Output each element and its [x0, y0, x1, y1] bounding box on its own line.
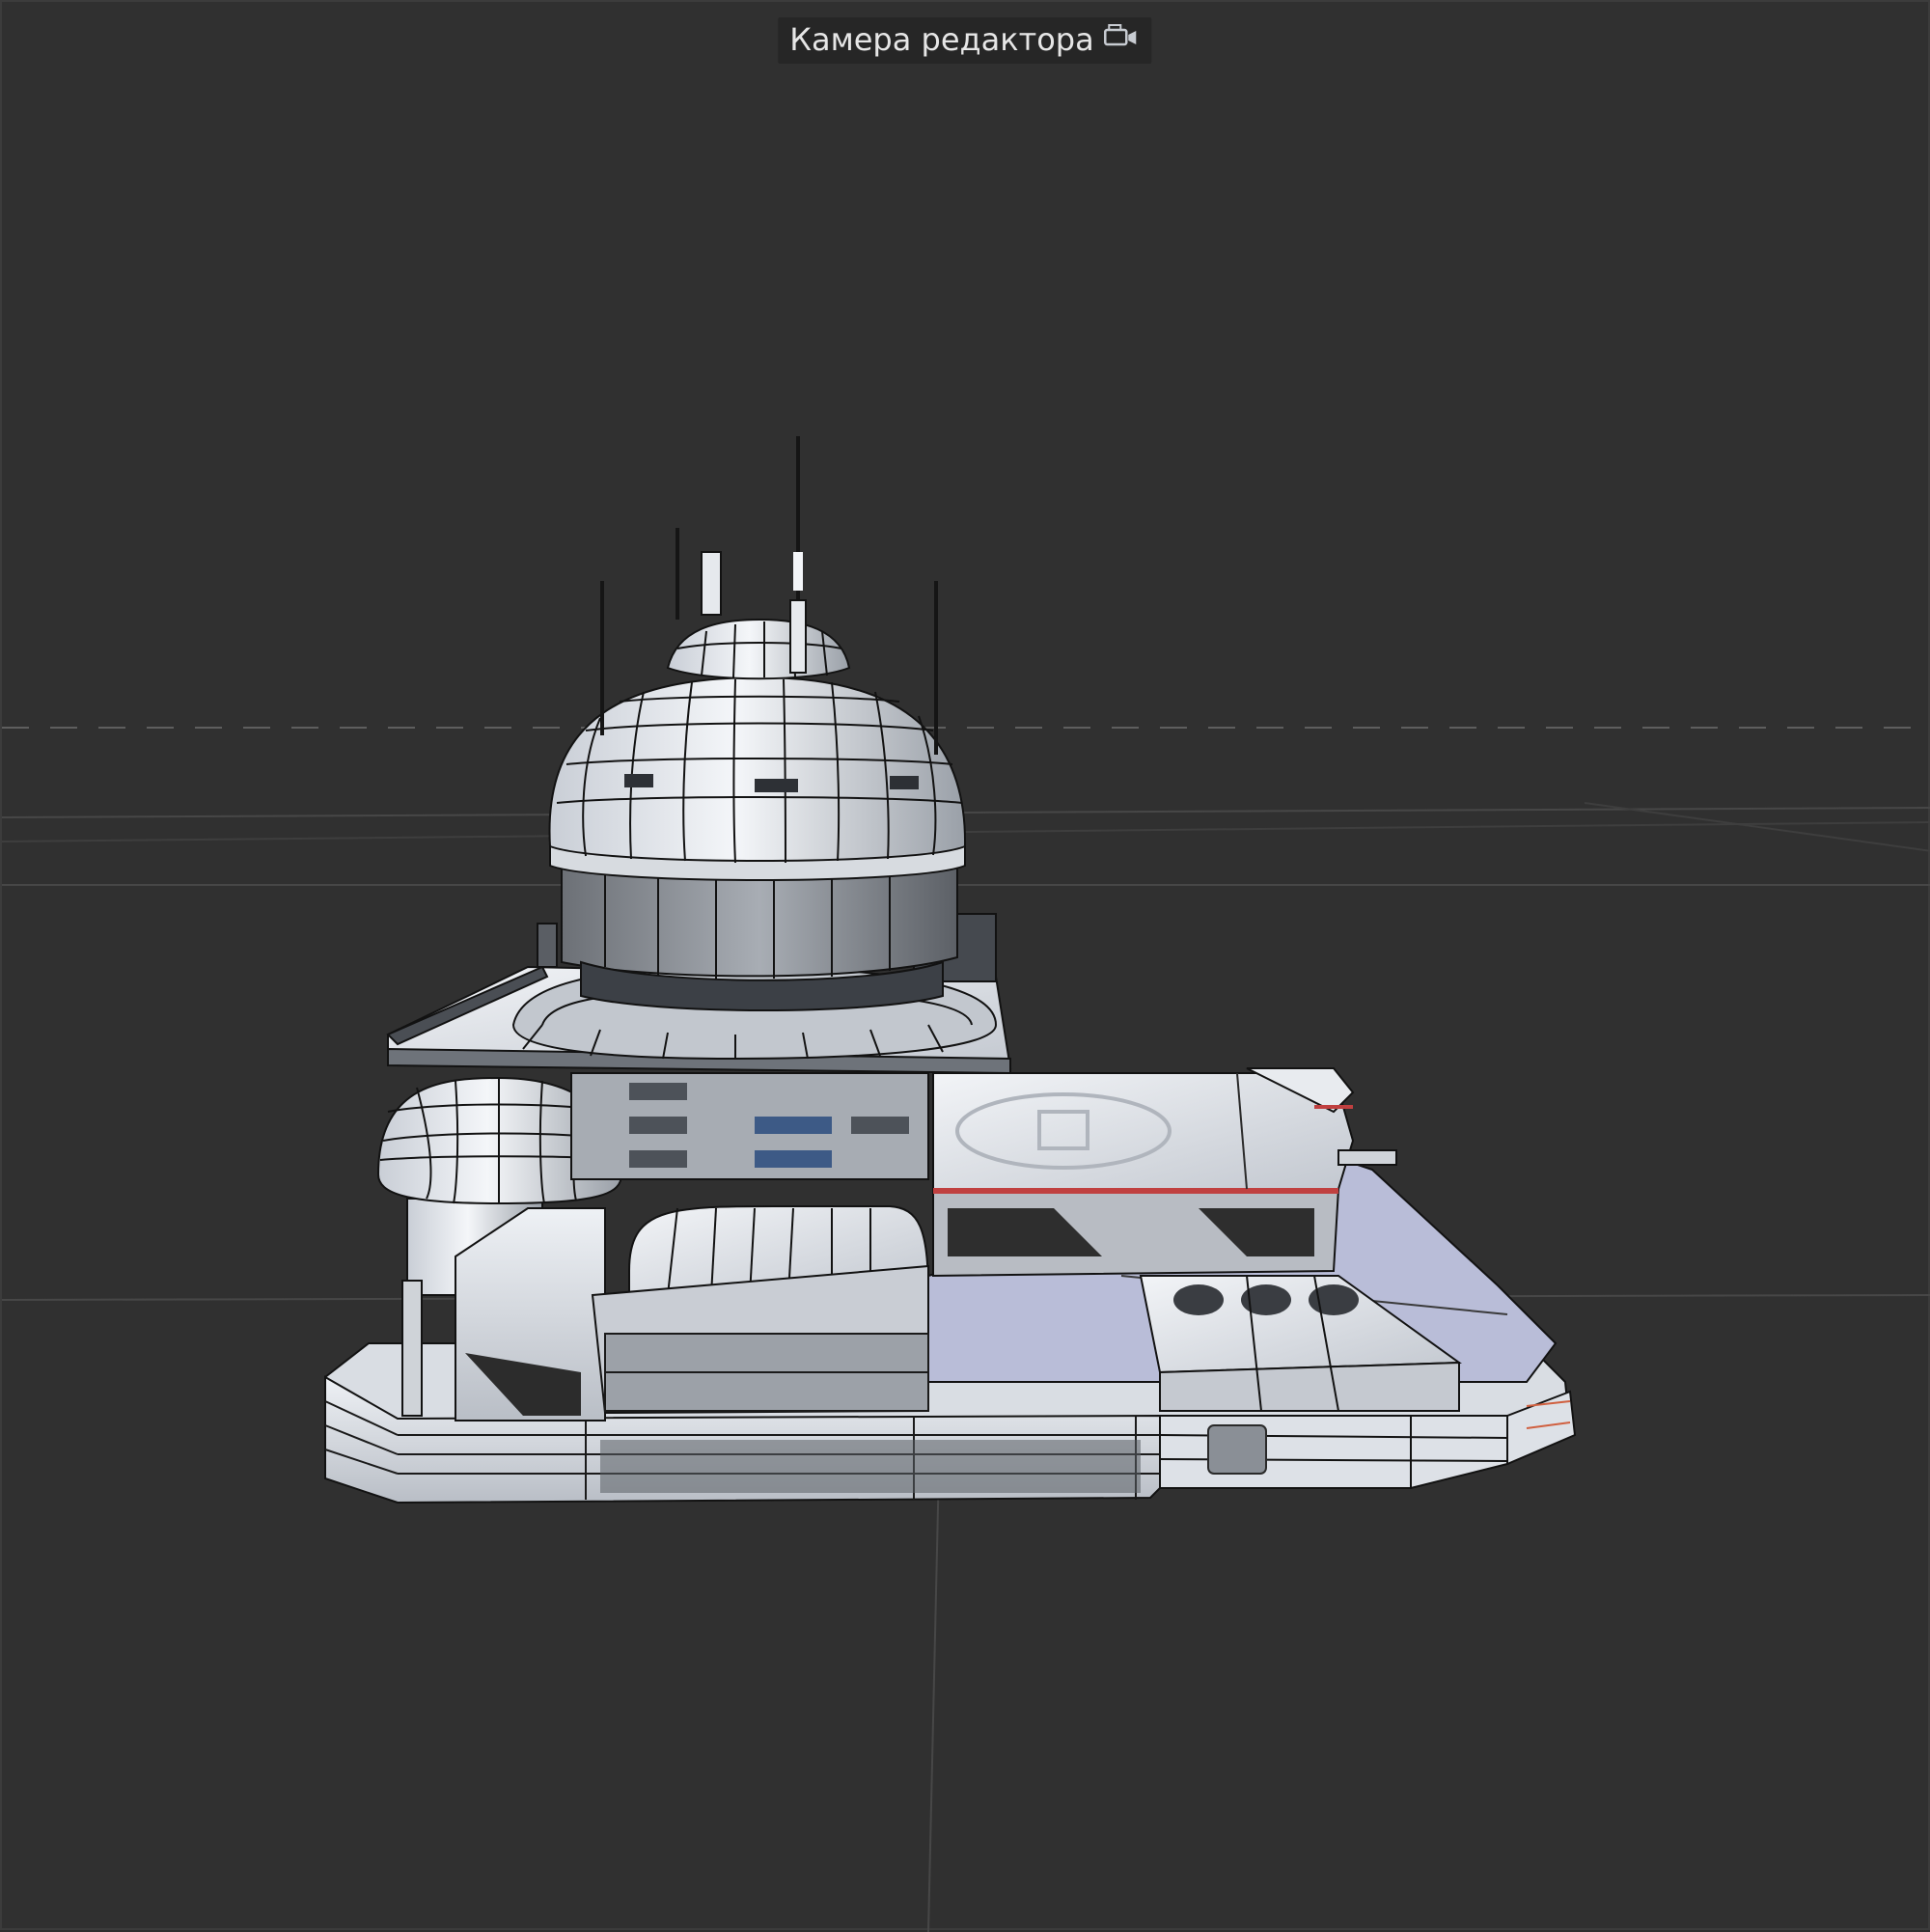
camera-label-text: Камера редактора	[789, 21, 1094, 58]
helipad-side-rail	[1337, 1149, 1397, 1166]
vent-box-front	[1159, 1361, 1460, 1412]
top-dome	[666, 618, 851, 680]
base-right-panel	[1207, 1424, 1267, 1475]
editor-viewport[interactable]: Камера редактора	[0, 0, 1930, 1932]
base-dark-strip	[600, 1440, 1141, 1493]
scene-canvas[interactable]	[2, 2, 1930, 1932]
main-dome	[548, 676, 967, 862]
camera-icon	[1104, 21, 1141, 58]
antenna-block	[701, 551, 722, 616]
building-model[interactable]	[324, 436, 1577, 1504]
antenna-base	[789, 599, 807, 674]
vent-box-fans	[1173, 1284, 1359, 1315]
camera-label[interactable]: Камера редактора	[778, 17, 1152, 64]
left-post	[401, 1280, 423, 1417]
